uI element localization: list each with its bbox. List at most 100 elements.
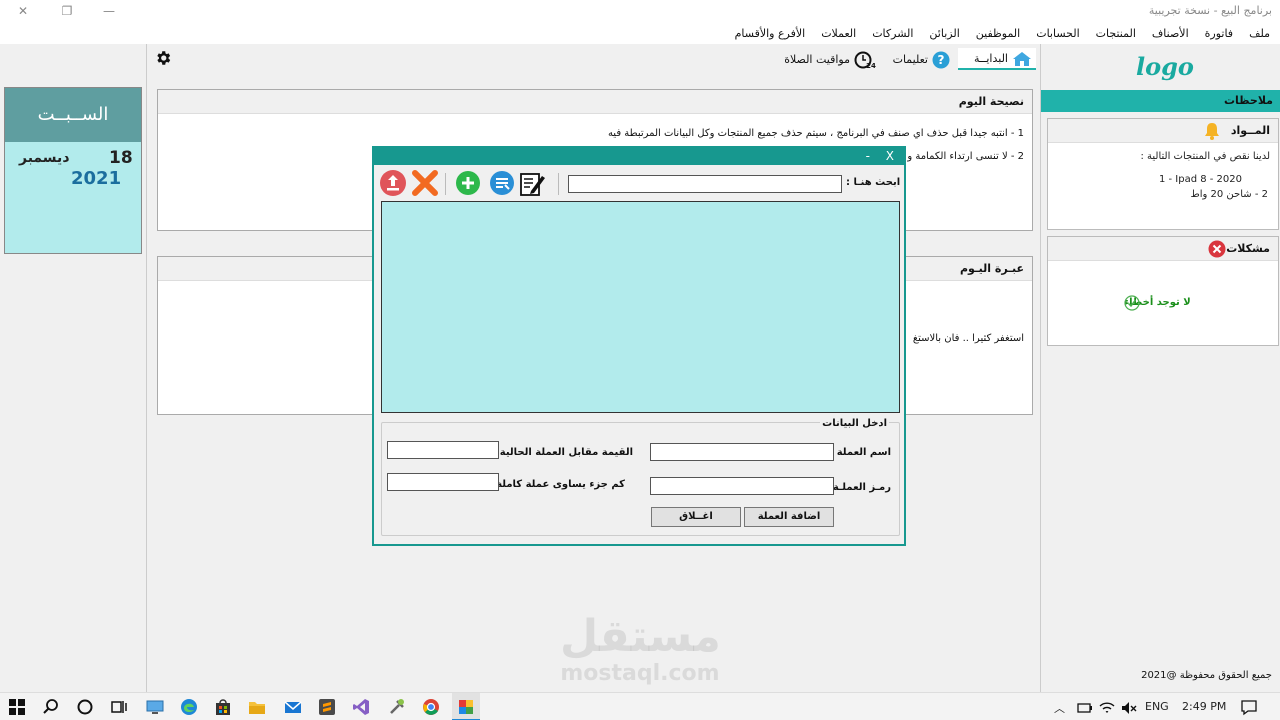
tip-line: 1 - انتبه جيدا قبل حذف اي صنف في البرنام… — [607, 128, 1024, 139]
file-explorer-icon[interactable] — [248, 698, 266, 716]
dialog-close-button[interactable]: X — [886, 148, 894, 164]
menu-file[interactable]: ملف — [1241, 24, 1278, 43]
day-name: الســبــت — [5, 88, 141, 142]
list-icon[interactable] — [488, 169, 516, 197]
currency-name-label: اسم العملة — [836, 447, 891, 458]
menu-companies[interactable]: الشركات — [864, 24, 921, 43]
search-input[interactable] — [568, 175, 842, 193]
data-entry-group: ادخل البيانات اسم العملة القيمة مقابل ال… — [381, 418, 900, 536]
dialog-toolbar: ابحث هنـا : — [378, 168, 902, 200]
current-value-input[interactable] — [387, 441, 499, 459]
clock[interactable]: 2:49 PM — [1182, 700, 1226, 713]
notes-panel: logo ملاحظات المــواد لدينا نقص في المنت… — [1040, 44, 1280, 692]
currency-dialog: X - ابحث هنـا : ادخل البيانات اسم العملة… — [372, 146, 906, 546]
store-icon[interactable] — [214, 698, 232, 716]
menu-customers[interactable]: الزبائن — [921, 24, 967, 43]
currency-symbol-label: رمـز العملـة : — [825, 482, 891, 493]
active-app-slot[interactable] — [452, 693, 480, 720]
task-view-icon[interactable] — [110, 698, 128, 716]
tab-bar: البدايــة ? تعليمات 24 مواقيت الصلاة — [148, 44, 1040, 72]
month-name: ديسمبر — [19, 150, 70, 166]
toolbar-separator — [558, 173, 559, 195]
tray-chevron-icon[interactable]: ︿ — [1054, 700, 1065, 716]
materials-item: 1 - Ipad 8 - 2020 — [1158, 174, 1242, 185]
dialog-minimize-button[interactable]: - — [866, 148, 870, 164]
cortana-icon[interactable] — [76, 698, 94, 716]
year: 2021 — [71, 168, 122, 189]
menu-accounts[interactable]: الحسابات — [1028, 24, 1087, 43]
add-currency-button[interactable]: اضافة العملة — [744, 507, 834, 527]
logo: logo — [1136, 52, 1194, 81]
svg-text:?: ? — [938, 53, 945, 67]
svg-text:24: 24 — [866, 62, 876, 69]
visual-studio-icon[interactable] — [352, 698, 370, 716]
tab-help[interactable]: ? تعليمات — [884, 48, 954, 70]
window-title: برنامج البيع - نسخة تجريبية — [1148, 4, 1272, 17]
language-indicator[interactable]: ENG — [1145, 700, 1169, 713]
data-entry-title: ادخل البيانات — [820, 418, 889, 429]
delete-icon[interactable] — [411, 169, 439, 197]
notes-header: ملاحظات — [1041, 90, 1280, 112]
check-icon — [1124, 295, 1140, 311]
windows-start-icon[interactable] — [8, 698, 26, 716]
battery-icon[interactable] — [1076, 699, 1094, 717]
tab-home-label: البدايــة — [974, 52, 1008, 65]
problems-note: مشكلات لا توجد أخطاء — [1047, 236, 1279, 346]
date-panel: الســبــت 18 ديسمبر 2021 — [0, 44, 147, 692]
wifi-icon[interactable] — [1098, 699, 1116, 717]
notifications-icon[interactable] — [1240, 698, 1258, 716]
tab-home[interactable]: البدايــة — [958, 48, 1036, 70]
mail-icon[interactable] — [284, 698, 302, 716]
problems-title: مشكلات — [1226, 242, 1270, 255]
date-card: الســبــت 18 ديسمبر 2021 — [4, 87, 142, 254]
help-icon: ? — [932, 51, 950, 69]
error-icon — [1208, 240, 1226, 258]
watermark-arabic: مستقل — [560, 611, 721, 662]
menu-invoice[interactable]: فاتورة — [1197, 24, 1241, 43]
tip-title: نصيحة اليوم — [158, 90, 1032, 114]
close-window-icon[interactable]: ✕ — [12, 2, 34, 20]
dialog-title-bar: X - — [374, 148, 904, 165]
clock-24-icon: 24 — [854, 51, 876, 69]
data-grid[interactable] — [381, 201, 900, 413]
fraction-input[interactable] — [387, 473, 499, 491]
gear-icon[interactable] — [154, 49, 172, 67]
edge-icon[interactable] — [180, 698, 198, 716]
menu-bar: ملففاتورةالأصنافالمنتجاتالحساباتالموظفين… — [0, 22, 1280, 44]
menu-products[interactable]: المنتجات — [1088, 24, 1144, 43]
materials-intro: لدينا نقص في المنتجات التالية : — [1140, 151, 1271, 162]
chrome-icon[interactable] — [422, 698, 440, 716]
home-icon — [1013, 52, 1031, 66]
materials-title: المــواد — [1230, 124, 1270, 137]
minimize-window-icon[interactable]: — — [98, 2, 120, 20]
menu-employees[interactable]: الموظفين — [968, 24, 1028, 43]
day-number: 18 — [109, 148, 133, 168]
tab-prayer-label: مواقيت الصلاة — [784, 53, 850, 66]
restore-window-icon[interactable]: ❐ — [56, 2, 78, 20]
currency-name-input[interactable] — [650, 443, 834, 461]
desktop-icon[interactable] — [146, 698, 164, 716]
menu-categories[interactable]: الأصناف — [1144, 24, 1197, 43]
sublime-text-icon[interactable] — [318, 698, 336, 716]
menu-currencies[interactable]: العملات — [813, 24, 864, 43]
add-icon[interactable] — [454, 169, 482, 197]
search-icon[interactable] — [42, 698, 60, 716]
bell-icon — [1205, 123, 1219, 140]
taskbar: ︿ ENG 2:49 PM — [0, 692, 1280, 720]
copyright: جميع الحقوق محفوظة @2021 — [1141, 670, 1272, 681]
fraction-label: كم جزء يساوى عملة كاملة : — [488, 479, 625, 490]
toolbar-separator — [445, 173, 446, 195]
menu-branches[interactable]: الأفرع والأقسام — [727, 24, 814, 43]
export-icon[interactable] — [379, 169, 407, 197]
currency-symbol-input[interactable] — [650, 477, 834, 495]
materials-item: 2 - شاحن 20 واط — [1190, 189, 1268, 200]
sales-app-icon — [459, 700, 473, 714]
edit-icon[interactable] — [518, 169, 546, 197]
close-dialog-button[interactable]: اغــلاق — [651, 507, 741, 527]
current-value-label: القيمة مقابل العملة الحالية : — [492, 447, 633, 458]
tools-icon[interactable] — [388, 698, 406, 716]
tab-help-label: تعليمات — [892, 53, 928, 66]
materials-note: المــواد لدينا نقص في المنتجات التالية :… — [1047, 118, 1279, 230]
tab-prayer-times[interactable]: 24 مواقيت الصلاة — [778, 48, 880, 70]
volume-muted-icon[interactable] — [1120, 699, 1138, 717]
